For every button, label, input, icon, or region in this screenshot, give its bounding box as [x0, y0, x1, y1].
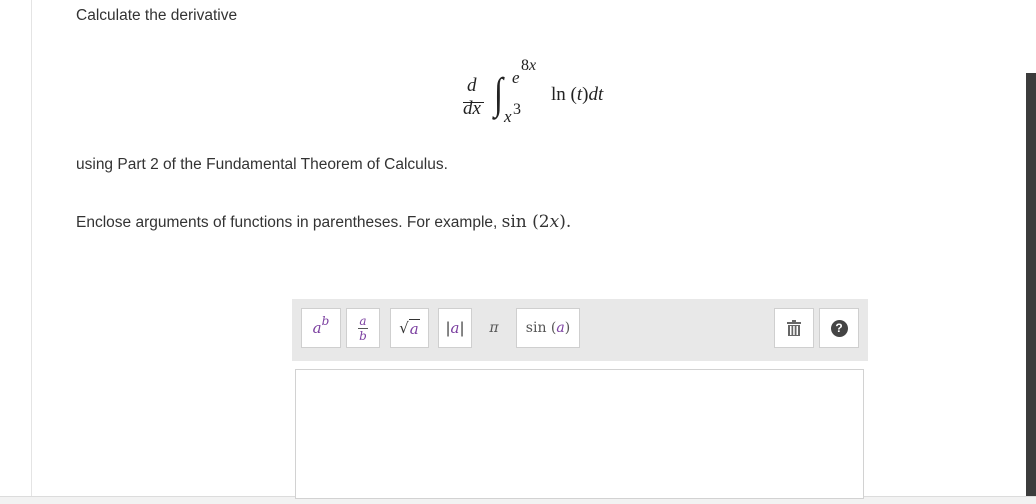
sin-close: ) — [564, 320, 571, 336]
upper-limit-base: e — [512, 68, 520, 87]
clear-button[interactable] — [774, 308, 814, 348]
fraction-denominator: b — [359, 328, 367, 343]
sqrt-icon: √ — [399, 319, 409, 337]
abs-argument: a — [450, 319, 460, 337]
fraction-button[interactable]: a b — [346, 308, 380, 348]
sin-button[interactable]: sin (a) — [516, 308, 580, 348]
trash-icon — [787, 320, 801, 336]
power-button[interactable]: ab — [301, 308, 341, 348]
hint-example: sin (2x). — [501, 212, 572, 232]
integrand: ln (t)dt — [551, 84, 604, 105]
derivative-formula: d dx ∫ e 8x x 3 ln (t)dt — [440, 50, 660, 130]
sin-argument: a — [556, 320, 565, 336]
lower-limit-exponent: 3 — [513, 101, 521, 118]
d-numerator: d — [467, 75, 477, 96]
left-border — [31, 0, 32, 497]
power-exponent: b — [321, 314, 330, 328]
abs-button[interactable]: | a | — [438, 308, 472, 348]
sqrt-button[interactable]: √ a — [390, 308, 429, 348]
pi-button[interactable]: π — [477, 308, 511, 348]
fraction-numerator: a — [359, 313, 367, 328]
abs-right-bar: | — [459, 319, 465, 337]
math-toolbar: ab a b √ a | a | π sin (a) ? — [292, 299, 868, 361]
answer-input[interactable] — [295, 369, 864, 499]
question-method: using Part 2 of the Fundamental Theorem … — [76, 156, 448, 173]
help-icon: ? — [830, 319, 848, 337]
power-base: a — [312, 319, 322, 337]
question-hint: Enclose arguments of functions in parent… — [76, 212, 571, 232]
integral-sign: ∫ — [494, 69, 504, 118]
sqrt-argument: a — [408, 318, 420, 338]
upper-limit-exponent: 8x — [521, 57, 537, 74]
dx-denominator: dx — [463, 98, 481, 119]
pi-symbol: π — [489, 320, 499, 336]
lower-limit-base: x — [504, 107, 512, 126]
scrollbar-thumb[interactable] — [1026, 73, 1036, 503]
question-instruction: Calculate the derivative — [76, 7, 238, 24]
hint-prefix: Enclose arguments of functions in parent… — [76, 214, 498, 231]
sin-function: sin ( — [525, 320, 557, 336]
help-button[interactable]: ? — [819, 308, 859, 348]
